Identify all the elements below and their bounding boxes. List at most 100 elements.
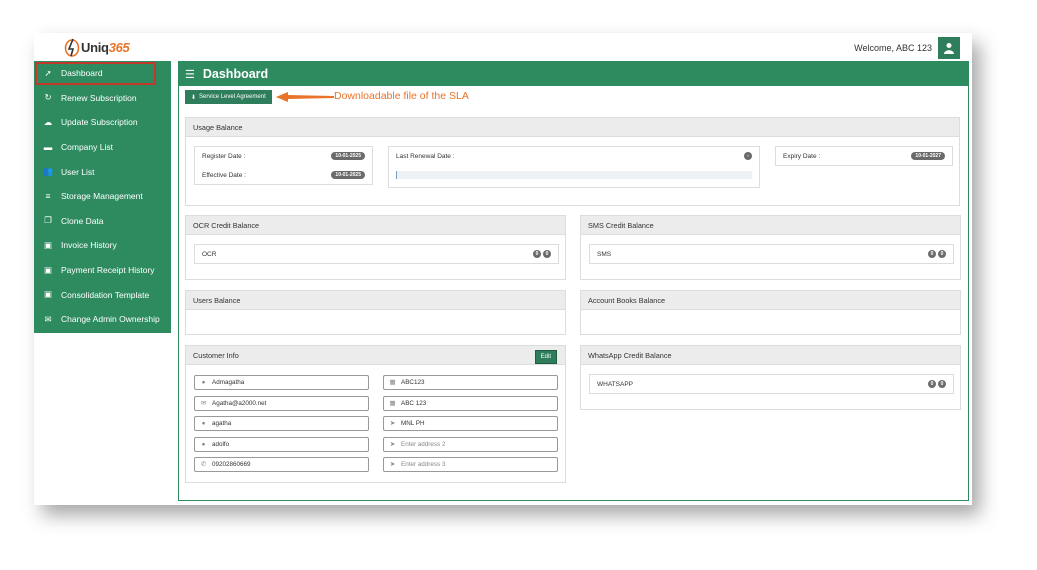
whatsapp-credit-title: WhatsApp Credit Balance <box>581 346 960 365</box>
sidebar-item-change-admin-ownership[interactable]: ✉ Change Admin Ownership <box>34 307 171 332</box>
phone-field[interactable]: ✆ 09202860669 <box>194 457 369 472</box>
renewal-date-badge: - <box>744 152 752 160</box>
sidebar-item-company-list[interactable]: ▬ Company List <box>34 135 171 160</box>
sms-used-badge: 0 <box>928 250 936 258</box>
page-title: Dashboard <box>202 67 269 81</box>
address1-field[interactable]: ➤ MNL PH <box>383 416 558 431</box>
hamburger-icon[interactable]: ☰ <box>185 68 195 81</box>
sms-label: SMS <box>597 250 612 258</box>
whatsapp-card: WHATSAPP 00 <box>589 374 954 394</box>
sms-credit-title: SMS Credit Balance <box>581 216 960 235</box>
copy-icon: ❐ <box>44 215 52 226</box>
address2-placeholder: Enter address 2 <box>401 441 446 448</box>
customer-info-title: Customer Info <box>186 346 565 365</box>
address2-field[interactable]: ➤ Enter address 2 <box>383 437 558 452</box>
edit-button[interactable]: Edit <box>534 350 557 364</box>
register-card: Register Date : 10-01-2025 Effective Dat… <box>194 146 373 185</box>
sms-total-badge: 0 <box>938 250 946 258</box>
sidebar-item-label: Storage Management <box>61 191 143 202</box>
money-icon: ▣ <box>43 239 53 250</box>
usage-balance-panel: Usage Balance Register Date : 10-01-2025… <box>185 117 960 206</box>
sidebar-item-storage-management[interactable]: ≡ Storage Management <box>34 184 171 209</box>
sidebar-item-payment-receipt-history[interactable]: ▣ Payment Receipt History <box>34 258 171 283</box>
ocr-credit-panel: OCR Credit Balance OCR 00 <box>185 215 566 280</box>
renewal-progress-bar <box>396 171 752 179</box>
refresh-icon: ↻ <box>44 92 52 103</box>
username-field[interactable]: ● Admagatha <box>194 375 369 390</box>
phone-icon: ✆ <box>200 461 207 468</box>
sidebar-item-label: Dashboard <box>61 68 103 79</box>
download-icon: ⬇ <box>191 94 197 101</box>
ocr-total-badge: 0 <box>543 250 551 258</box>
sidebar-item-consolidation-template[interactable]: ▣ Consolidation Template <box>34 282 171 307</box>
effective-date-badge: 10-01-2025 <box>331 171 365 179</box>
users-balance-panel: Users Balance <box>185 290 566 335</box>
expiry-card: Expiry Date : 10-01-2027 <box>775 146 953 166</box>
top-bar: Uniq365 Welcome, ABC 123 <box>34 33 972 61</box>
sidebar-item-label: Company List <box>61 142 113 153</box>
company-name-field[interactable]: ▦ ABC 123 <box>383 396 558 411</box>
renewal-date-label: Last Renewal Date : <box>396 152 455 160</box>
renewal-date-row: Last Renewal Date : - <box>396 152 752 160</box>
sidebar-item-update-subscription[interactable]: ☁ Update Subscription <box>34 110 171 135</box>
database-icon: ≡ <box>45 191 51 202</box>
whatsapp-used-badge: 0 <box>928 380 936 388</box>
sidebar-item-dashboard[interactable]: ➚ Dashboard <box>34 61 157 86</box>
whatsapp-credit-panel: WhatsApp Credit Balance WHATSAPP 00 <box>580 345 961 410</box>
sms-credit-panel: SMS Credit Balance SMS 00 <box>580 215 961 280</box>
location-arrow-icon: ➤ <box>389 441 396 448</box>
first-name-value: agatha <box>212 420 232 427</box>
users-balance-title: Users Balance <box>186 291 565 310</box>
account-books-panel: Account Books Balance <box>580 290 961 335</box>
sidebar-item-user-list[interactable]: 👥 User List <box>34 159 171 184</box>
last-name-field[interactable]: ● adolfo <box>194 437 369 452</box>
email-value: Agatha@a2000.net <box>212 400 267 407</box>
customer-info-panel: Customer Info Edit ● Admagatha ✉ Agatha@a2… <box>185 345 566 483</box>
sms-row: SMS 00 <box>597 250 946 258</box>
register-date-row: Register Date : 10-01-2025 <box>202 152 365 160</box>
page-header: ☰ Dashboard <box>179 62 968 86</box>
sidebar-item-label: Renew Subscription <box>61 92 137 103</box>
users-icon: 👥 <box>42 166 54 177</box>
email-field[interactable]: ✉ Agatha@a2000.net <box>194 396 369 411</box>
main-content: ☰ Dashboard ⬇ Service Level Agreement Do… <box>178 61 969 501</box>
money-icon: ▣ <box>43 264 53 275</box>
envelope-icon: ✉ <box>200 400 207 407</box>
sidebar-item-invoice-history[interactable]: ▣ Invoice History <box>34 233 171 258</box>
register-date-badge: 10-01-2025 <box>331 152 365 160</box>
logo-icon <box>64 38 80 57</box>
user-avatar-button[interactable] <box>938 37 960 59</box>
renewal-card: Last Renewal Date : - <box>388 146 760 188</box>
sms-card: SMS 00 <box>589 244 954 264</box>
company-value: ABC123 <box>401 379 425 386</box>
first-name-field[interactable]: ● agatha <box>194 416 369 431</box>
briefcase-icon: ▬ <box>43 142 53 153</box>
ocr-used-badge: 0 <box>533 250 541 258</box>
app-window: Uniq365 Welcome, ABC 123 ➚ Dashboard ↻ Rene… <box>34 33 972 505</box>
ocr-label: OCR <box>202 250 217 258</box>
sidebar-item-label: Consolidation Template <box>61 289 150 300</box>
envelope-icon: ✉ <box>44 313 52 324</box>
sla-button-label: Service Level Agreement <box>199 94 266 100</box>
effective-date-row: Effective Date : 10-01-2025 <box>202 171 365 179</box>
expiry-date-badge: 10-01-2027 <box>911 152 945 160</box>
last-name-value: adolfo <box>212 441 230 448</box>
sidebar-item-label: Update Subscription <box>61 117 138 128</box>
sla-download-button[interactable]: ⬇ Service Level Agreement <box>185 90 272 104</box>
location-arrow-icon: ➤ <box>389 461 396 468</box>
annotation-arrow-icon <box>276 92 334 102</box>
logo-suffix: 365 <box>108 39 130 55</box>
sidebar-item-label: Clone Data <box>61 215 104 226</box>
company-field[interactable]: ▦ ABC123 <box>383 375 558 390</box>
expiry-date-label: Expiry Date : <box>783 152 821 160</box>
logo-prefix: Uniq <box>81 39 109 55</box>
app-logo[interactable]: Uniq365 <box>64 36 130 58</box>
location-arrow-icon: ➤ <box>389 420 396 427</box>
user-icon: ● <box>201 441 206 448</box>
sidebar-item-label: Invoice History <box>61 240 117 251</box>
username-value: Admagatha <box>212 379 245 386</box>
sidebar-item-renew-subscription[interactable]: ↻ Renew Subscription <box>34 86 171 111</box>
address1-value: MNL PH <box>401 420 425 427</box>
sidebar-item-clone-data[interactable]: ❐ Clone Data <box>34 209 171 234</box>
address3-field[interactable]: ➤ Enter address 3 <box>383 457 558 472</box>
